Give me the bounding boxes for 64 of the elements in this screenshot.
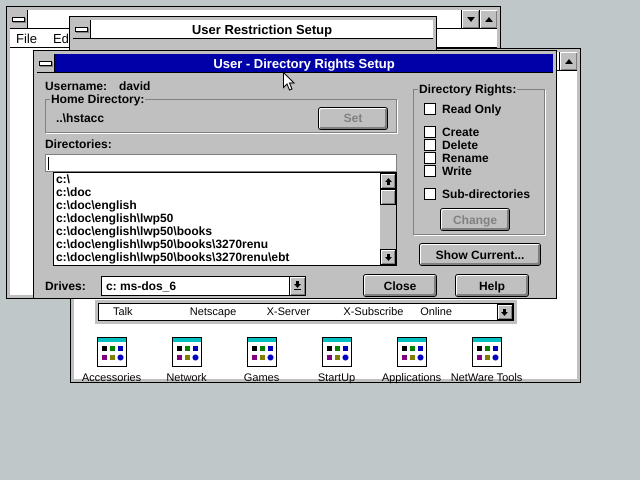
username-value: david [119,79,150,93]
program-group-label[interactable]: Applications [382,372,442,384]
dialog-button[interactable]: Close [363,274,437,297]
window-title: User - Directory Rights Setup [213,56,395,70]
dialog-button[interactable]: Help [455,274,529,297]
program-group-icon[interactable] [172,337,202,367]
scrollbar[interactable] [380,173,396,265]
directory-list-item[interactable]: c:\doc [56,186,380,199]
scroll-down-button[interactable] [380,249,396,265]
window-title: User Restriction Setup [190,22,334,36]
program-group-icon[interactable] [472,337,502,367]
program-group-icon[interactable] [246,337,276,367]
checkbox-label[interactable]: Create [442,124,480,138]
checkbox-label[interactable]: Delete [442,138,478,152]
program-group-label[interactable]: Network [166,372,207,384]
directory-list-item[interactable]: c:\doc\english\lwp50\books\3270renu [56,238,380,251]
show-current-button[interactable]: Show Current... [419,243,541,266]
program-group-label[interactable]: Games [244,372,280,384]
directories-label: Directories: [45,137,113,151]
checkbox[interactable] [424,164,436,176]
directory-list-item[interactable]: c:\ [56,173,380,186]
up-arrow-icon [384,178,392,184]
scroll-thumb[interactable] [380,189,396,205]
checkbox-label[interactable]: Write [442,164,472,178]
group-box-title: Directory Rights: [418,82,518,96]
program-group-label[interactable]: NetWare Tools [450,372,522,384]
down-arrow-icon [384,254,392,260]
program-group-icon[interactable] [322,337,352,367]
program-item-label[interactable]: Online [420,306,497,318]
group-box-title: Home Directory: [50,92,146,106]
program-item-label[interactable]: Netscape [190,306,267,318]
program-group-icon[interactable] [396,337,426,367]
system-menu-button[interactable] [37,54,55,72]
drives-dropdown[interactable]: c: ms-dos_6 [101,276,306,296]
program-group-label[interactable]: StartUp [318,372,356,384]
checkbox[interactable] [424,102,436,114]
up-triangle-icon [484,16,492,22]
program-item-label[interactable]: X-Subscribe [343,306,420,318]
directory-list-item[interactable]: c:\doc\english\lwp50\books\3270renu\ebt [56,251,380,264]
down-arrow-icon [501,308,508,316]
down-triangle-icon [466,16,474,22]
menu-item[interactable]: File [16,30,37,46]
scroll-down-button[interactable] [496,304,513,320]
checkbox-label[interactable]: Read Only [442,102,502,116]
menu-item[interactable]: Ed [52,30,69,46]
checkbox[interactable] [424,188,436,200]
program-item-label[interactable]: Talk [113,306,190,318]
checkbox[interactable] [424,126,436,138]
program-group-icon[interactable] [96,337,126,367]
directory-input-field[interactable] [45,154,397,172]
checkbox-label[interactable]: Rename [442,150,489,164]
drives-label: Drives: [45,278,87,292]
directory-list-item[interactable]: c:\doc\english\lwp50\books [56,225,380,238]
program-item-label[interactable]: X-Server [266,306,344,318]
directory-list-item[interactable]: c:\doc\english [56,199,380,212]
username-label: Username: [45,79,108,93]
directory-list-item[interactable]: c:\doc\english\lwp50 [56,212,380,225]
scroll-up-button[interactable] [380,173,396,189]
checkbox[interactable] [424,138,436,150]
checkbox[interactable] [424,152,436,164]
up-triangle-icon [564,58,572,64]
program-group-label[interactable]: Accessories [82,372,142,384]
home-directory-value: ..\hstacc [56,111,104,125]
checkbox-label[interactable]: Sub-directories [442,186,530,200]
